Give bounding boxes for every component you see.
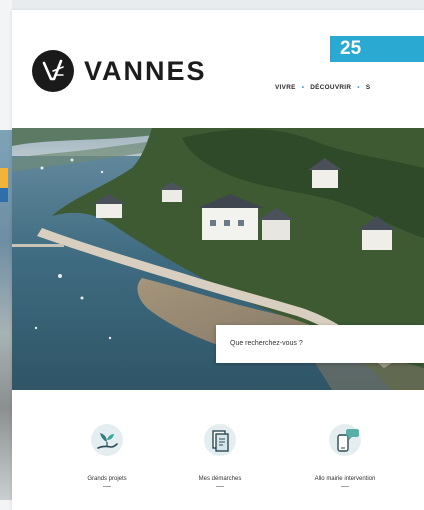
nav-separator: • — [357, 84, 360, 91]
site-window: 25 VANNES VIVRE • DÉCOUVRIR • S Que rech… — [12, 10, 424, 510]
background-page-strip — [0, 0, 12, 510]
nav-item-vivre[interactable]: VIVRE — [275, 84, 296, 91]
anniversary-badge: 25 — [330, 36, 424, 62]
tile-allo-mairie[interactable]: Allo mairie intervention — [290, 422, 400, 487]
background-yellow-block — [0, 168, 8, 188]
nav-separator: • — [301, 84, 305, 91]
search-input[interactable]: Que recherchez-vous ? — [216, 325, 424, 363]
quick-access-tiles: Grands projets Mes démarches Allo mairie… — [12, 422, 424, 502]
nav-item-truncated[interactable]: S — [366, 84, 371, 91]
nav-item-decouvrir[interactable]: DÉCOUVRIR — [310, 84, 351, 91]
tile-underline — [103, 486, 111, 487]
logo-wordmark: VANNES — [84, 55, 207, 86]
tile-grands-projets[interactable]: Grands projets — [52, 422, 162, 487]
tile-label: Allo mairie intervention — [314, 476, 376, 482]
logo-emblem-icon — [32, 50, 74, 92]
tile-mes-demarches[interactable]: Mes démarches — [165, 422, 275, 487]
background-blue-block — [0, 188, 8, 202]
site-logo[interactable]: VANNES — [32, 50, 207, 92]
tile-label: Mes démarches — [198, 476, 242, 482]
tile-label: Grands projets — [87, 476, 127, 482]
phone-chat-icon — [327, 422, 363, 458]
tile-underline — [216, 486, 224, 487]
documents-icon — [202, 422, 238, 458]
tile-underline — [341, 486, 349, 487]
hand-plant-icon — [89, 422, 125, 458]
main-nav: VIVRE • DÉCOUVRIR • S — [275, 84, 370, 91]
